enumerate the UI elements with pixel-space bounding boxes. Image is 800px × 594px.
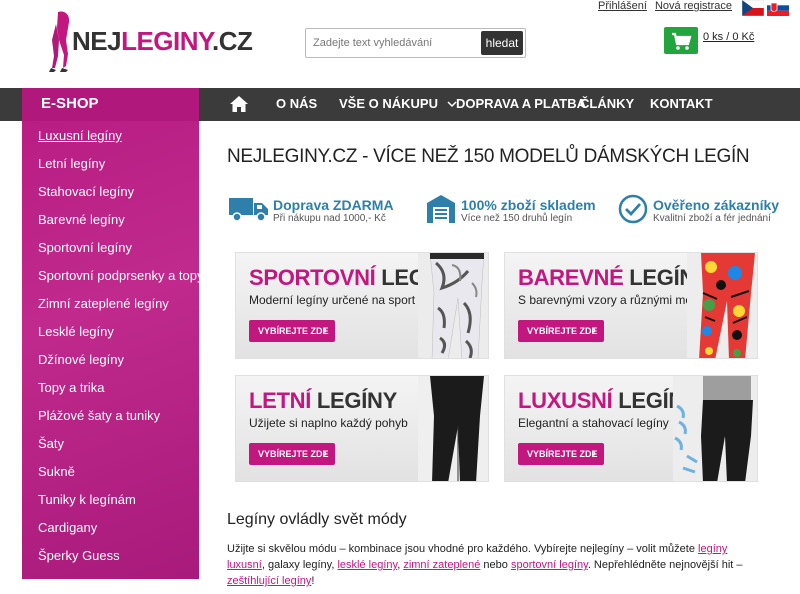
logo-prefix: NEJ (72, 26, 122, 56)
slovak-flag-icon[interactable] (767, 0, 789, 16)
banner-subtitle: S barevnými vzory a různými motivy (518, 293, 711, 307)
truck-icon (229, 198, 268, 222)
sidebar-item-sukne[interactable]: Sukně (38, 464, 75, 479)
account-links: Přihlášení Nová registrace (598, 0, 737, 12)
sidebar-item-sportovni[interactable]: Sportovní legíny (38, 240, 132, 255)
nav-item-kontakt[interactable]: KONTAKT (650, 96, 713, 111)
link-zimni-zateplene[interactable]: zimní zateplené (403, 559, 480, 571)
nav-item-doprava[interactable]: DOPRAVA A PLATBA (456, 96, 586, 111)
arrow-right-icon: › (592, 325, 596, 336)
link-sportovni-leginy[interactable]: sportovní legíny (511, 559, 588, 571)
sidebar-item-sperky[interactable]: Šperky Guess (38, 548, 120, 563)
banner-title-pink: SPORTOVNÍ (249, 265, 376, 290)
home-icon[interactable] (229, 95, 249, 113)
banner-subtitle: Moderní legíny určené na sport (249, 293, 416, 307)
sidebar-item-dzinove[interactable]: Džínové legíny (38, 352, 124, 367)
check-circle-icon (618, 194, 648, 224)
site-header: NEJLEGINY.CZ hledat Přihlášení Nová regi… (0, 0, 800, 88)
banner-luxusni[interactable]: LUXUSNÍ LEGÍNY Elegantní a stahovací leg… (504, 375, 758, 482)
para-text: ! (311, 575, 315, 587)
arrow-right-icon: › (323, 325, 327, 336)
nav-item-clanky[interactable]: ČLÁNKY (580, 96, 634, 111)
arrow-right-icon: › (323, 448, 327, 459)
search-button[interactable]: hledat (481, 31, 523, 55)
nav-item-o-nas[interactable]: O NÁS (276, 96, 317, 111)
banner-subtitle: Užijete si naplno každý pohyb (249, 416, 408, 430)
sidebar-item-zimni[interactable]: Zimní zateplené legíny (38, 296, 169, 311)
banner-cta-button[interactable]: VYBÍREJTE ZDE › (518, 320, 604, 342)
banner-cta-label: VYBÍREJTE ZDE (527, 449, 598, 459)
sidebar-item-plazove[interactable]: Plážové šaty a tuniky (38, 408, 160, 423)
banner-cta-label: VYBÍREJTE ZDE (527, 326, 598, 336)
arrow-right-icon: › (592, 448, 596, 459)
sidebar-item-cardigany[interactable]: Cardigany (38, 520, 97, 535)
feature-sub: Kvalitní zboží a fér jednání (653, 213, 771, 224)
banner-letni[interactable]: LETNÍ LEGÍNY Užijete si naplno každý poh… (235, 375, 489, 482)
section-heading: Legíny ovládly svět módy (227, 511, 407, 528)
para-text: Užijte si skvělou módu – kombinace jsou … (227, 543, 699, 555)
banner-title: LUXUSNÍ LEGÍNY (518, 388, 699, 414)
para-text: , galaxy legíny, (261, 559, 338, 571)
cart-summary[interactable]: 0 ks / 0 Kč (703, 31, 754, 43)
warehouse-icon (427, 195, 455, 223)
banner-title: LETNÍ LEGÍNY (249, 388, 397, 414)
sidebar-item-tuniky[interactable]: Tuniky k legínám (38, 492, 136, 507)
intro-paragraph: Užijte si skvělou módu – kombinace jsou … (227, 541, 767, 589)
search-input[interactable] (306, 29, 482, 57)
link-zestihlujici-leginy[interactable]: zeštíhlující legíny (227, 575, 311, 587)
feature-title: Doprava ZDARMA (273, 197, 394, 213)
banner-cta-button[interactable]: VYBÍREJTE ZDE › (249, 320, 335, 342)
feature-title: Ověřeno zákazníky (653, 197, 780, 213)
banner-subtitle: Elegantní a stahovací legíny (518, 416, 669, 430)
banner-title: BAREVNÉ LEGÍNY (518, 265, 710, 291)
para-text: . Nepřehlédněte nejnovější hit – (587, 559, 743, 571)
sidebar-item-podprsenky[interactable]: Sportovní podprsenky a topy (38, 268, 204, 283)
banner-cta-button[interactable]: VYBÍREJTE ZDE › (249, 443, 335, 465)
logo-text[interactable]: NEJLEGINY.CZ (72, 26, 253, 57)
category-sidebar: Luxusní legíny Letní legíny Stahovací le… (22, 121, 204, 579)
banner-barevne[interactable]: BAREVNÉ LEGÍNY S barevnými vzory a různý… (504, 252, 758, 359)
para-text: nebo (480, 559, 511, 571)
login-link[interactable]: Přihlášení (598, 0, 647, 12)
banner-title-pink: LUXUSNÍ (518, 388, 613, 413)
banner-title-pink: LETNÍ (249, 388, 312, 413)
leggings-photo-icon (418, 253, 488, 358)
logo-suffix: .CZ (212, 26, 253, 56)
eshop-label[interactable]: E-SHOP (22, 88, 199, 121)
luxury-leggings-photo-icon (673, 376, 757, 481)
cart-button[interactable] (664, 27, 698, 54)
sidebar-item-stahovaci[interactable]: Stahovací legíny (38, 184, 134, 199)
sidebar-item-saty[interactable]: Šaty (38, 436, 64, 451)
banner-title-dark: LEGÍNY (316, 388, 397, 413)
sidebar-item-leskle[interactable]: Lesklé legíny (38, 324, 114, 339)
banner-cta-button[interactable]: VYBÍREJTE ZDE › (518, 443, 604, 465)
register-link[interactable]: Nová registrace (655, 0, 732, 12)
feature-sub: Při nákupu nad 1000,- Kč (273, 213, 386, 224)
banner-cta-label: VYBÍREJTE ZDE (258, 449, 329, 459)
cart-icon (672, 32, 692, 50)
sidebar-item-letni[interactable]: Letní legíny (38, 156, 105, 171)
search-box: hledat (305, 28, 526, 58)
czech-flag-icon[interactable] (742, 0, 764, 16)
banner-title-pink: BAREVNÉ (518, 265, 624, 290)
black-leggings-photo-icon (418, 376, 488, 481)
nav-item-vse-o-nakupu[interactable]: VŠE O NÁKUPU (339, 96, 457, 111)
banner-sportovni[interactable]: SPORTOVNÍ LEGÍNY Moderní legíny určené n… (235, 252, 489, 359)
link-leskle-leginy[interactable]: lesklé legíny (337, 559, 397, 571)
feature-sub: Více než 150 druhů legín (461, 213, 573, 224)
nav-item-label: VŠE O NÁKUPU (339, 96, 438, 111)
sidebar-item-topy[interactable]: Topy a trika (38, 380, 104, 395)
feature-title: 100% zboží skladem (461, 197, 596, 213)
page-title: NEJLEGINY.CZ - VÍCE NEŽ 150 MODELŮ DÁMSK… (227, 146, 750, 167)
colorful-leggings-photo-icon (687, 253, 757, 358)
sidebar-item-luxusni[interactable]: Luxusní legíny (38, 128, 122, 143)
banner-cta-label: VYBÍREJTE ZDE (258, 326, 329, 336)
sidebar-item-barevne[interactable]: Barevné legíny (38, 212, 125, 227)
logo-main: LEGINY (121, 26, 212, 56)
